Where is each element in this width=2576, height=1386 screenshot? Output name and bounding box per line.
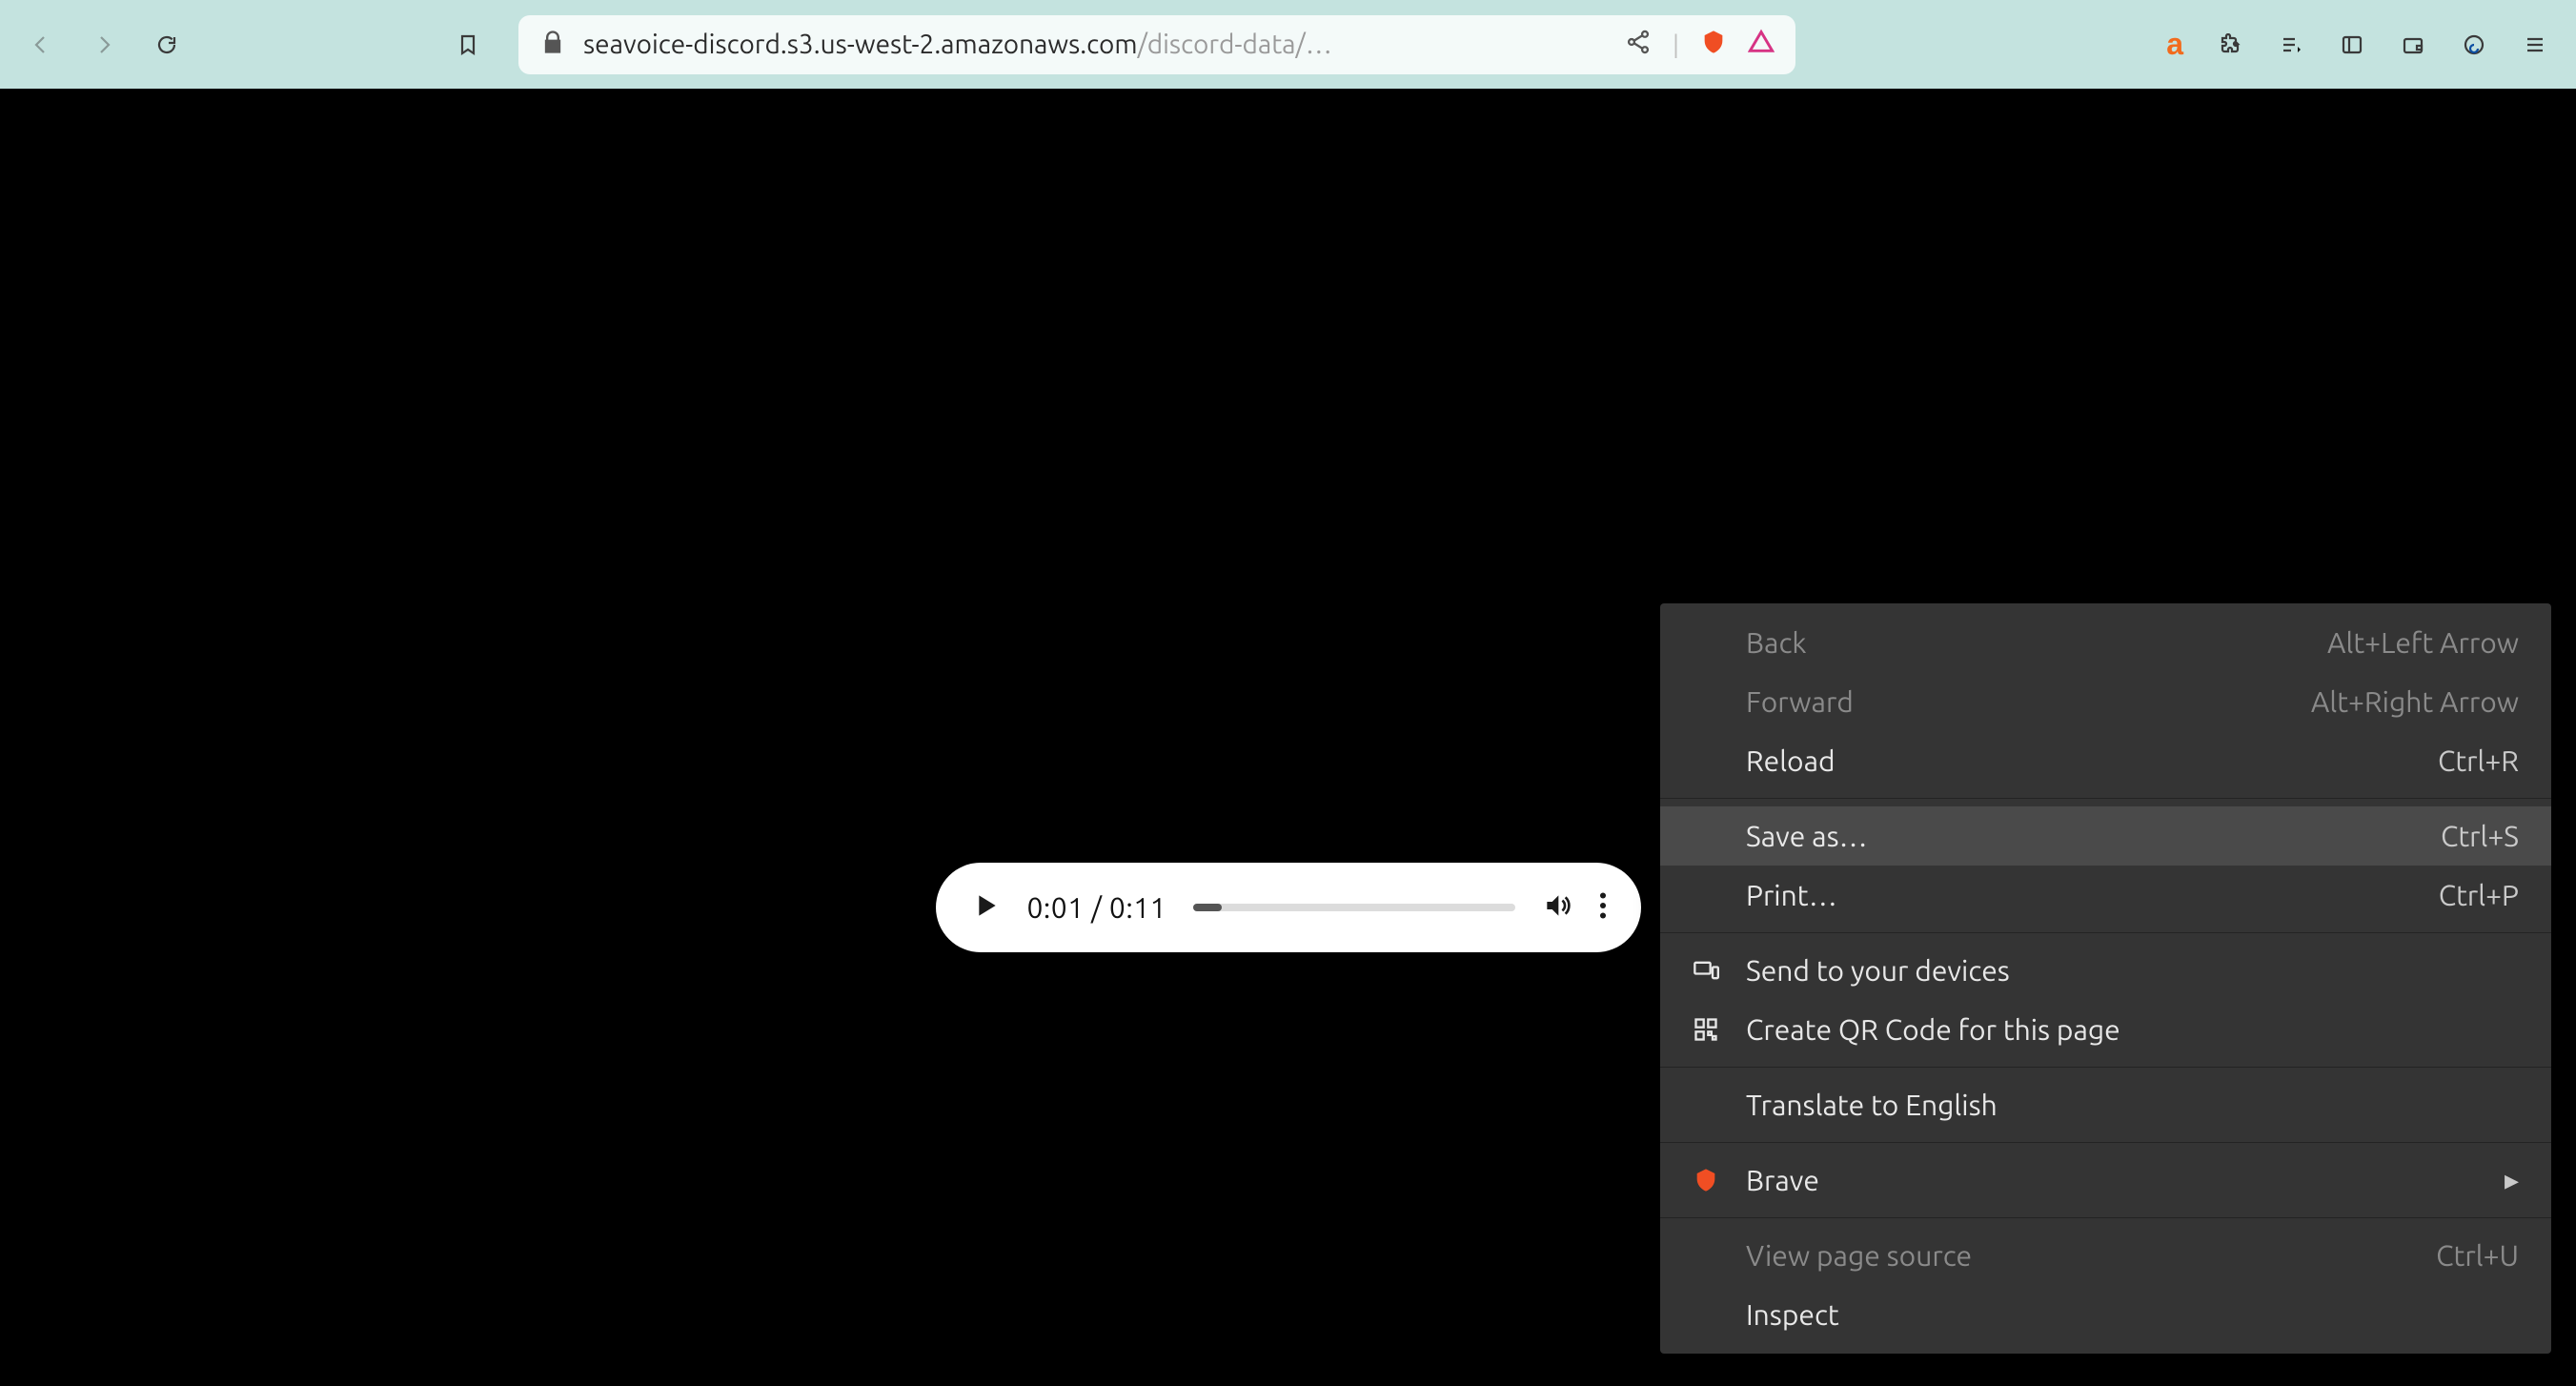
forward-button[interactable] <box>90 31 118 59</box>
menu-item-brave[interactable]: Brave ▸ <box>1660 1151 2551 1210</box>
menu-item-label: Back <box>1746 626 1807 659</box>
menu-item-view-page-source: View page source Ctrl+U <box>1660 1226 2551 1285</box>
reload-button[interactable] <box>152 31 181 59</box>
menu-item-label: Inspect <box>1746 1298 1839 1331</box>
menu-item-label: Reload <box>1746 744 1836 777</box>
audio-more-button[interactable] <box>1599 892 1607 923</box>
url-host: seavoice-discord.s3.us-west-2.amazonaws.… <box>583 30 1138 59</box>
menu-item-forward: Forward Alt+Right Arrow <box>1660 672 2551 731</box>
devices-icon <box>1693 957 1746 984</box>
menu-item-print[interactable]: Print… Ctrl+P <box>1660 866 2551 925</box>
back-button[interactable] <box>27 31 55 59</box>
menu-icon[interactable] <box>2521 31 2549 59</box>
audio-time-display: 0:01 / 0:11 <box>1027 891 1167 924</box>
menu-separator <box>1660 798 2551 799</box>
menu-separator <box>1660 932 2551 933</box>
menu-item-back: Back Alt+Left Arrow <box>1660 613 2551 672</box>
nav-buttons-group <box>27 31 181 59</box>
menu-item-label: Translate to English <box>1746 1089 1998 1121</box>
wallet-icon[interactable] <box>2399 31 2427 59</box>
brave-icon <box>1693 1167 1746 1193</box>
menu-item-reload[interactable]: Reload Ctrl+R <box>1660 731 2551 790</box>
extensions-icon[interactable] <box>2216 31 2244 59</box>
menu-item-save-as[interactable]: Save as… Ctrl+S <box>1660 806 2551 866</box>
menu-item-label: View page source <box>1746 1239 1972 1272</box>
context-menu: Back Alt+Left Arrow Forward Alt+Right Arrow… <box>1660 603 2551 1354</box>
qr-icon <box>1693 1016 1746 1043</box>
extension-a-icon[interactable]: a <box>2166 27 2183 62</box>
menu-item-shortcut: Ctrl+S <box>2441 820 2519 852</box>
menu-item-translate-to-english[interactable]: Translate to English <box>1660 1075 2551 1134</box>
menu-separator <box>1660 1067 2551 1068</box>
url-path: /discord-data/… <box>1138 30 1332 59</box>
menu-item-shortcut: Ctrl+P <box>2439 879 2519 911</box>
media-control-icon[interactable] <box>2277 31 2305 59</box>
menu-item-inspect[interactable]: Inspect <box>1660 1285 2551 1344</box>
menu-item-shortcut: Ctrl+U <box>2436 1239 2519 1272</box>
menu-item-shortcut: Alt+Right Arrow <box>2311 685 2519 718</box>
play-button[interactable] <box>970 890 1001 925</box>
audio-player: 0:01 / 0:11 <box>936 863 1641 952</box>
menu-item-label: Create QR Code for this page <box>1746 1013 2120 1046</box>
toolbar-right-group: a <box>2166 27 2549 62</box>
lock-icon <box>539 29 566 61</box>
menu-item-shortcut: Alt+Left Arrow <box>2327 626 2519 659</box>
menu-item-label: Forward <box>1746 685 1854 718</box>
address-bar-right-icons: | <box>1625 29 1775 61</box>
menu-item-label: Print… <box>1746 879 1837 911</box>
menu-item-label: Brave <box>1746 1164 1819 1196</box>
menu-item-create-qr-code-for-this-page[interactable]: Create QR Code for this page <box>1660 1000 2551 1059</box>
bookmark-button[interactable] <box>454 31 482 59</box>
audio-progress-fill <box>1193 904 1222 911</box>
volume-button[interactable] <box>1542 890 1572 925</box>
menu-separator <box>1660 1142 2551 1143</box>
page-content: 0:01 / 0:11 Back Alt+Left Arrow Forward Alt… <box>0 89 2576 1386</box>
submenu-arrow-icon: ▸ <box>2505 1163 2519 1197</box>
separator: | <box>1673 31 1679 58</box>
share-icon[interactable] <box>1625 29 1652 61</box>
brave-shields-icon[interactable] <box>1700 29 1727 61</box>
sidebar-icon[interactable] <box>2338 31 2366 59</box>
menu-item-send-to-your-devices[interactable]: Send to your devices <box>1660 941 2551 1000</box>
address-bar[interactable]: seavoice-discord.s3.us-west-2.amazonaws.… <box>518 15 1795 74</box>
menu-item-shortcut: Ctrl+R <box>2438 744 2519 777</box>
brave-rewards-icon[interactable] <box>1748 29 1775 61</box>
menu-item-label: Save as… <box>1746 820 1867 852</box>
url-text: seavoice-discord.s3.us-west-2.amazonaws.… <box>583 30 1332 59</box>
menu-item-label: Send to your devices <box>1746 954 2010 987</box>
profile-spiral-icon[interactable] <box>2460 31 2488 59</box>
browser-toolbar: seavoice-discord.s3.us-west-2.amazonaws.… <box>0 0 2576 89</box>
menu-separator <box>1660 1217 2551 1218</box>
audio-progress-track[interactable] <box>1193 904 1514 911</box>
